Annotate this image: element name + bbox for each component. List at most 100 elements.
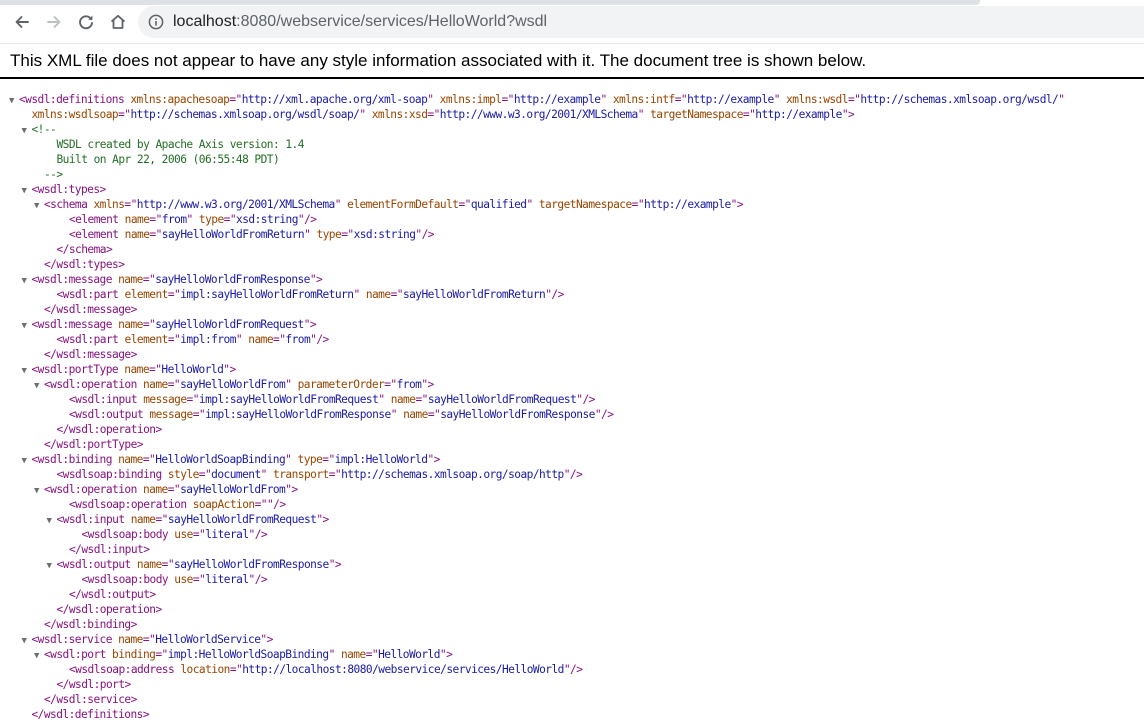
xml-tag: ="	[167, 288, 181, 301]
xml-line: ▼ <wsdl:operation name="sayHelloWorldFrom…	[34, 482, 298, 497]
xml-tag: ="	[229, 663, 243, 676]
xml-tag: "	[359, 108, 372, 121]
xml-attr-name: name	[248, 333, 274, 346]
xml-tag: <element	[69, 213, 125, 226]
xml-attr-value: HelloWorld	[378, 648, 440, 661]
xml-attr-name: name	[136, 558, 162, 571]
forward-button[interactable]	[42, 10, 66, 34]
collapse-arrow-icon[interactable]: ▼	[22, 124, 32, 139]
xml-tag: <wsdl:operation	[44, 483, 143, 496]
collapse-arrow-icon[interactable]: ▼	[22, 634, 32, 649]
xml-line: ▼ <wsdl:types>	[22, 182, 107, 199]
xml-attr-value: HelloWorld	[161, 363, 224, 376]
xml-tag: ="	[167, 378, 181, 391]
xml-comment: -->	[44, 168, 63, 181]
xml-attr-name: xmlns:apachesoap	[130, 93, 230, 106]
home-button[interactable]	[106, 10, 130, 34]
xml-line: ▼ <wsdl:message name="sayHelloWorldFromRe…	[22, 317, 317, 332]
xml-line: ▼ <wsdl:output name="sayHelloWorldFromRes…	[47, 557, 342, 572]
collapse-arrow-icon[interactable]: ▼	[22, 274, 32, 289]
xml-attr-value: http://schemas.xmlsoap.org/soap/http	[341, 468, 564, 481]
xml-tag: "	[304, 228, 317, 241]
xml-line: ▼ <wsdl:portType name="HelloWorld">	[22, 362, 237, 379]
xml-attr-value: sayHelloWorldFromReturn	[161, 228, 305, 241]
xml-line: ▼ <!--	[22, 122, 57, 137]
xml-tag: ="	[142, 633, 156, 646]
xml-attr-value: impl:HelloWorldSoapBinding	[167, 648, 329, 661]
info-icon[interactable]	[148, 14, 164, 30]
xml-tag: ">	[303, 318, 317, 331]
xml-line: <wsdl:part element="impl:from" name="fro…	[56, 332, 330, 347]
xml-tag: "	[260, 468, 274, 481]
collapse-arrow-icon[interactable]: ▼	[22, 184, 32, 199]
xml-tag: "	[328, 648, 341, 661]
xml-tag: <wsdl:service	[31, 633, 119, 646]
xml-attr-value: impl:HelloWorld	[334, 453, 428, 466]
xml-attr-value: sayHelloWorldFromResponse	[155, 273, 310, 286]
xml-tag: ="	[742, 108, 756, 121]
xml-tag: ="	[427, 108, 440, 121]
xml-tag: <wsdl:input	[69, 393, 144, 406]
xml-attr-value: sayHelloWorldFromResponse	[174, 558, 329, 571]
xml-tag: ">	[260, 633, 273, 646]
collapse-arrow-icon[interactable]: ▼	[22, 454, 32, 469]
xml-tag: <wsdl:binding	[31, 453, 119, 466]
xml-attr-name: transport	[273, 468, 329, 481]
xml-attr-name: name	[390, 393, 416, 406]
xml-attr-value: xsd:string	[353, 228, 416, 241]
collapse-arrow-icon[interactable]: ▼	[34, 484, 44, 499]
xml-attr-name: name	[118, 318, 143, 331]
xml-tag: <wsdl:part	[56, 333, 125, 346]
collapse-arrow-icon[interactable]: ▼	[22, 364, 32, 379]
collapse-arrow-icon[interactable]: ▼	[34, 199, 44, 214]
reload-button[interactable]	[74, 10, 98, 34]
xml-tag: "/>	[297, 213, 317, 226]
xml-tag: <wsdl:output	[56, 558, 137, 571]
collapse-arrow-icon[interactable]: ▼	[34, 379, 44, 394]
xml-tag: "	[1058, 93, 1065, 106]
xml-tag: ">	[328, 558, 342, 571]
xml-tag: ="	[223, 213, 237, 226]
xml-tag: ="	[167, 333, 181, 346]
xml-line: <wsdlsoap:binding style="document" trans…	[57, 467, 583, 482]
xml-tag: ">	[730, 198, 744, 211]
xml-tag: "/>	[594, 408, 614, 421]
xml-attr-value: from	[161, 213, 187, 226]
xml-tag: <wsdl:types>	[31, 183, 107, 196]
xml-attr-value: literal	[205, 528, 249, 541]
url-text[interactable]: localhost:8080/webservice/services/Hello…	[173, 13, 547, 31]
xml-tag: ="	[674, 93, 688, 106]
xml-attr-name: location	[180, 663, 230, 676]
xml-tag: ="	[273, 333, 286, 346]
xml-attr-value: http://example	[644, 198, 731, 211]
xml-line: </schema>	[57, 242, 113, 257]
address-bar[interactable]: localhost:8080/webservice/services/Hello…	[138, 6, 1144, 38]
xml-tag: ="	[167, 483, 181, 496]
xml-attr-name: name	[130, 513, 156, 526]
xml-tag: <wsdlsoap:binding	[56, 468, 168, 481]
xml-attr-name: name	[142, 483, 168, 496]
xml-attr-value: xsd:string	[236, 213, 298, 226]
xml-attr-name: name	[124, 363, 150, 376]
xml-tag: </wsdl:operation>	[56, 603, 163, 616]
xml-line: ▼ <schema xmlns="http://www.w3.org/2001/X…	[34, 197, 744, 214]
xml-tag: "	[427, 93, 440, 106]
collapse-arrow-icon[interactable]: ▼	[47, 514, 57, 529]
xml-attr-name: targetNamespace	[538, 198, 632, 211]
xml-attr-name: element	[124, 288, 169, 301]
xml-line: <element name="from" type="xsd:string"/>	[69, 212, 317, 227]
xml-attr-value: http://localhost:8080/webservice/service…	[242, 663, 564, 676]
collapse-arrow-icon[interactable]: ▼	[47, 559, 57, 574]
xml-line: ▼ <wsdl:service name="HelloWorldService">	[22, 632, 274, 649]
xml-line: ▼ <wsdl:port binding="impl:HelloWorldSoap…	[34, 647, 453, 664]
xml-tag: ">	[316, 513, 329, 526]
collapse-arrow-icon[interactable]: ▼	[34, 649, 44, 664]
arrow-left-icon	[15, 16, 29, 28]
collapse-arrow-icon[interactable]: ▼	[9, 94, 19, 109]
xml-tag: <wsdl:port	[44, 648, 113, 661]
collapse-arrow-icon[interactable]: ▼	[22, 319, 32, 334]
xml-tag: ="	[192, 528, 206, 541]
xml-attr-name: xmlns:impl	[439, 93, 502, 106]
xml-attr-name: name	[124, 213, 150, 226]
back-button[interactable]	[10, 10, 34, 34]
